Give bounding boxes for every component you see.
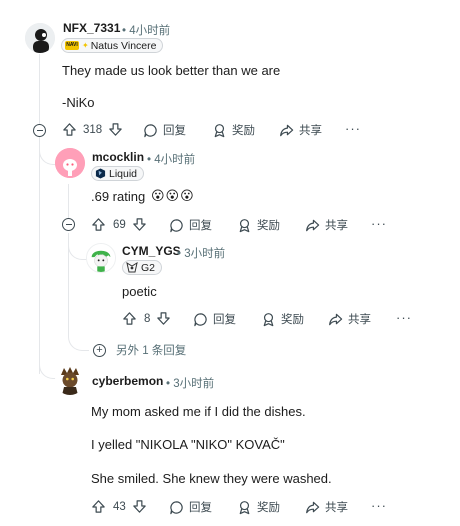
navi-emblem-icon: NAVI xyxy=(65,41,79,50)
user-avatar-icon xyxy=(25,23,55,53)
flair-star-icon: ✦ xyxy=(82,41,89,50)
reply-button[interactable]: 回复 xyxy=(169,499,212,515)
reply-label: 回复 xyxy=(213,314,236,326)
award-icon xyxy=(239,218,250,232)
vote-group: 8 xyxy=(122,311,171,326)
username[interactable]: CYM_YGS xyxy=(122,244,181,258)
downvote-icon[interactable] xyxy=(132,499,147,514)
vote-group: 318 xyxy=(62,122,123,137)
upvote-icon[interactable] xyxy=(91,217,106,232)
vote-group: 43 xyxy=(91,499,147,514)
share-button[interactable]: 共享 xyxy=(305,499,348,515)
vote-group: 69 xyxy=(91,217,147,232)
avatar[interactable] xyxy=(86,243,116,273)
more-replies-label: 另外 1 条回复 xyxy=(116,345,187,357)
award-label: 奖励 xyxy=(257,502,280,514)
downvote-icon[interactable] xyxy=(108,122,123,137)
thread-curve-mcocklin xyxy=(39,140,56,165)
character-avatar-icon xyxy=(55,365,85,395)
upvote-icon[interactable] xyxy=(62,122,77,137)
comment-body-line: poetic xyxy=(122,284,157,299)
share-label: 共享 xyxy=(325,502,348,514)
reply-button[interactable]: 回复 xyxy=(193,311,236,327)
award-button[interactable]: 奖励 xyxy=(237,217,280,233)
username[interactable]: mcocklin xyxy=(92,150,144,164)
user-flair: NAVI ✦ Natus Vincere xyxy=(61,38,164,53)
avatar[interactable] xyxy=(55,148,85,178)
award-label: 奖励 xyxy=(232,125,255,137)
award-label: 奖励 xyxy=(257,220,280,232)
share-label: 共享 xyxy=(348,314,371,326)
upvote-icon[interactable] xyxy=(91,499,106,514)
g2-emblem-icon xyxy=(126,262,138,273)
thread-line-root[interactable] xyxy=(39,54,40,374)
share-label: 共享 xyxy=(299,125,322,137)
avatar[interactable] xyxy=(55,365,85,395)
share-button[interactable]: 共享 xyxy=(305,217,348,233)
share-label: 共享 xyxy=(325,220,348,232)
username[interactable]: NFX_7331 xyxy=(63,21,120,35)
share-icon xyxy=(329,313,343,325)
snoo-avatar-icon xyxy=(55,148,85,178)
comment-body-line: -NiKo xyxy=(62,95,95,110)
vote-count: 43 xyxy=(113,500,126,513)
vote-count: 318 xyxy=(83,123,103,136)
collapse-toggle-button[interactable] xyxy=(33,124,46,137)
award-button[interactable]: 奖励 xyxy=(212,122,255,138)
flair-label: G2 xyxy=(141,261,156,274)
more-options-button[interactable]: ··· xyxy=(371,216,387,231)
more-options-button[interactable]: ··· xyxy=(396,310,412,325)
downvote-icon[interactable] xyxy=(132,217,147,232)
collapse-toggle-button[interactable] xyxy=(62,218,75,231)
user-flair: Liquid xyxy=(91,166,145,181)
comment-body-line: She smiled. She knew they were washed. xyxy=(91,471,332,486)
award-button[interactable]: 奖励 xyxy=(237,499,280,515)
share-button[interactable]: 共享 xyxy=(279,122,322,138)
thread-curve-more xyxy=(68,336,89,351)
comment-bubble-icon xyxy=(170,218,183,232)
award-button[interactable]: 奖励 xyxy=(261,311,304,327)
upvote-icon[interactable] xyxy=(122,311,137,326)
comment-body-line: My mom asked me if I did the dishes. xyxy=(91,404,306,419)
liquid-emblem-icon xyxy=(95,168,106,179)
timestamp[interactable]: • 4小时前 xyxy=(122,22,170,38)
user-flair: G2 xyxy=(122,260,163,275)
flair-label: Natus Vincere xyxy=(90,39,157,52)
award-icon xyxy=(239,500,250,514)
emoji-reaction: 😮😮😮 xyxy=(151,188,195,203)
comment-body-line: I yelled "NIKOLA "NIKO" KOVAČ" xyxy=(91,437,285,452)
award-label: 奖励 xyxy=(281,314,304,326)
comment-body-line: .69 rating xyxy=(91,189,146,204)
more-replies-button[interactable]: + 另外 1 条回复 xyxy=(93,342,186,358)
more-options-button[interactable]: ··· xyxy=(345,121,361,136)
more-options-button[interactable]: ··· xyxy=(371,498,387,513)
vote-count: 8 xyxy=(144,312,151,325)
plus-circle-icon: + xyxy=(93,343,106,357)
vote-count: 69 xyxy=(113,218,126,231)
comment-body-line: They made us look better than we are xyxy=(62,63,281,78)
downvote-icon[interactable] xyxy=(156,311,171,326)
share-icon xyxy=(306,501,320,513)
green-hair-avatar-icon xyxy=(87,244,115,272)
timestamp[interactable]: • 3小时前 xyxy=(177,245,225,261)
share-button[interactable]: 共享 xyxy=(328,311,371,327)
comment-bubble-icon xyxy=(144,123,157,137)
avatar[interactable] xyxy=(25,23,55,53)
share-icon xyxy=(306,219,320,231)
reply-label: 回复 xyxy=(189,220,212,232)
share-icon xyxy=(280,124,294,136)
username[interactable]: cyberbemon xyxy=(92,374,163,388)
comment-bubble-icon xyxy=(194,312,207,326)
reply-label: 回复 xyxy=(163,125,186,137)
reply-label: 回复 xyxy=(189,502,212,514)
reply-button[interactable]: 回复 xyxy=(169,217,212,233)
award-icon xyxy=(263,312,274,326)
award-icon xyxy=(214,123,225,137)
timestamp[interactable]: • 4小时前 xyxy=(147,151,195,167)
flair-label: Liquid xyxy=(109,167,138,180)
comment-bubble-icon xyxy=(170,500,183,514)
timestamp[interactable]: • 3小时前 xyxy=(166,375,214,391)
reply-button[interactable]: 回复 xyxy=(143,122,186,138)
